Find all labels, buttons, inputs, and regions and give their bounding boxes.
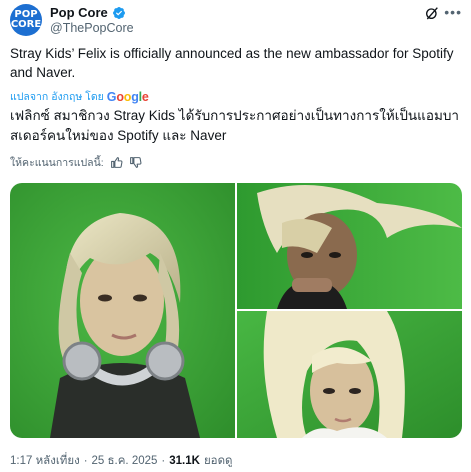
photo-1-image — [10, 183, 235, 438]
more-icon[interactable]: ••• — [444, 4, 462, 20]
media-grid — [10, 183, 462, 438]
tweet-header: POP CORE Pop Core @ThePopCore ••• — [10, 4, 462, 36]
photo-2[interactable] — [237, 183, 462, 309]
handle[interactable]: @ThePopCore — [50, 21, 134, 35]
views-label: ยอดดู — [203, 455, 233, 467]
display-name[interactable]: Pop Core — [50, 5, 108, 20]
tweet-date[interactable]: 25 ธ.ค. 2025 — [92, 452, 158, 470]
rate-translation: ให้คะแนนการแปลนี้: — [10, 154, 142, 171]
verified-badge-icon — [112, 6, 125, 19]
thumbs-down-icon[interactable] — [129, 156, 142, 169]
meta-separator: · — [161, 455, 166, 467]
tweet-meta: 1:17 หลังเที่ยง · 25 ธ.ค. 2025 · 31.1K ย… — [10, 452, 233, 470]
photo-2-image — [237, 183, 462, 309]
tweet-text: Stray Kids’ Felix is officially announce… — [10, 46, 454, 80]
translated-by-label: แปลจาก อังกฤษ โดย — [10, 91, 104, 103]
name-row: Pop Core — [50, 5, 126, 20]
google-logo: Google — [106, 89, 149, 104]
views-count: 31.1K — [169, 455, 200, 467]
meta-separator: · — [83, 455, 88, 467]
photo-3[interactable] — [237, 311, 462, 438]
grok-icon[interactable] — [424, 5, 440, 21]
photo-1[interactable] — [10, 183, 235, 438]
rate-translation-label: ให้คะแนนการแปลนี้: — [10, 157, 104, 169]
thumbs-up-icon[interactable] — [110, 156, 123, 169]
tweet-time[interactable]: 1:17 หลังเที่ยง — [10, 452, 80, 470]
translated-text: เฟลิกซ์ สมาชิกวง Stray Kids ได้รับการประ… — [10, 108, 460, 143]
photo-3-image — [237, 311, 462, 438]
avatar[interactable]: POP CORE — [10, 4, 42, 36]
translated-by[interactable]: แปลจาก อังกฤษ โดย Google — [10, 88, 149, 105]
avatar-text-bottom: CORE — [10, 19, 42, 30]
